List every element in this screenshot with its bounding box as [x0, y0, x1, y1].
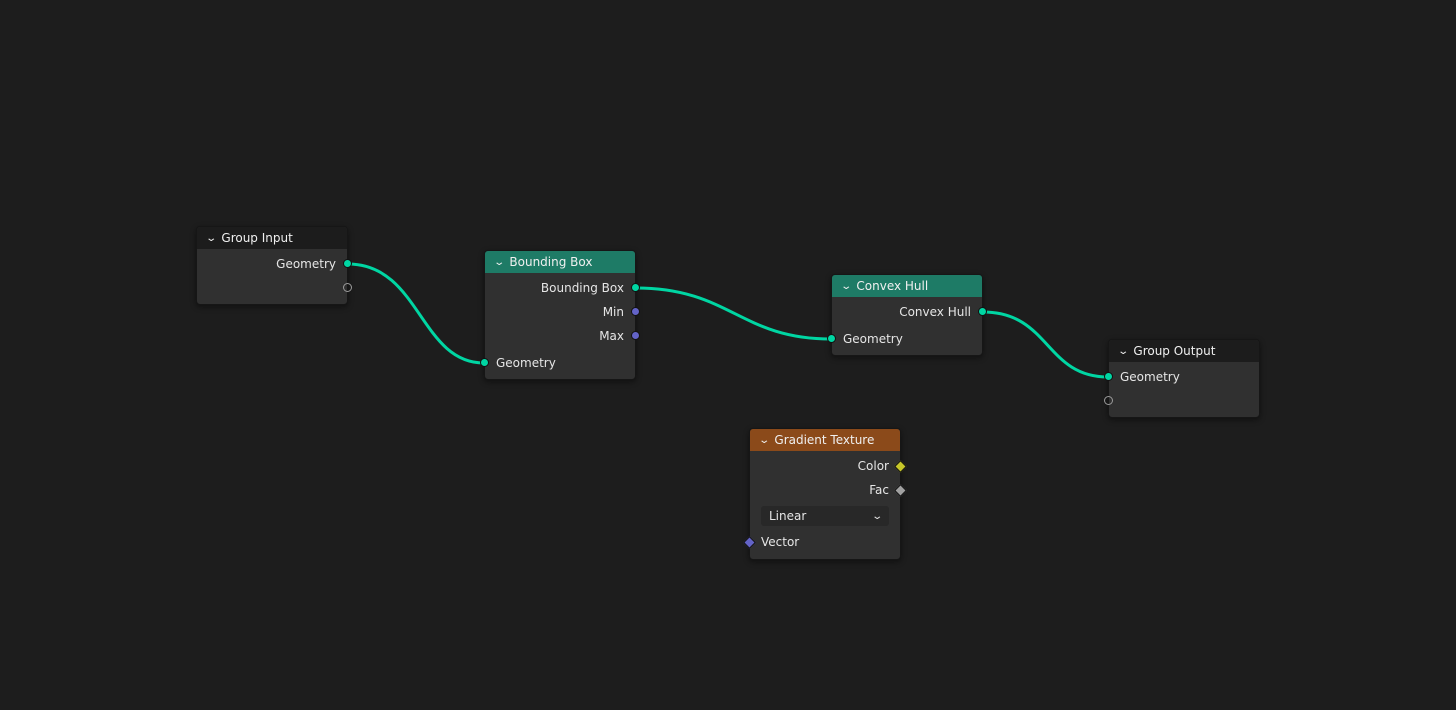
node-title: Gradient Texture [774, 433, 875, 447]
socket-label: Vector [761, 535, 800, 549]
empty-input-socket[interactable] [1104, 396, 1113, 405]
convex-hull-output-socket[interactable] [978, 307, 987, 316]
geometry-output-socket[interactable] [343, 259, 352, 268]
empty-output-socket[interactable] [343, 283, 352, 292]
output-row-fac: Fac [750, 478, 907, 502]
socket-label: Geometry [496, 356, 556, 370]
output-row-convex-hull: Convex Hull [832, 300, 987, 324]
node-title: Group Output [1133, 344, 1216, 358]
link-group-input-to-bounding-box[interactable] [347, 262, 485, 365]
gradient-type-dropdown[interactable]: Linear ⌄ [761, 506, 889, 526]
node-title: Convex Hull [856, 279, 929, 293]
output-row-geometry: Geometry [197, 252, 352, 276]
vector-input-socket[interactable] [743, 536, 756, 549]
node-title: Bounding Box [509, 255, 593, 269]
socket-label: Geometry [843, 332, 903, 346]
output-row-bounding-box: Bounding Box [485, 276, 640, 300]
bounding-box-node[interactable]: ⌄ Bounding Box Bounding Box Min Max Geom… [480, 250, 640, 380]
input-row-geometry: Geometry [1104, 365, 1259, 389]
input-row-geometry: Geometry [480, 351, 635, 375]
chevron-down-icon[interactable]: ⌄ [840, 281, 852, 292]
bounding-box-header[interactable]: ⌄ Bounding Box [485, 251, 635, 273]
max-output-socket[interactable] [631, 331, 640, 340]
input-row-geometry: Geometry [827, 327, 982, 351]
dropdown-value: Linear [769, 509, 807, 523]
group-output-header[interactable]: ⌄ Group Output [1109, 340, 1259, 362]
chevron-down-icon[interactable]: ⌄ [205, 233, 217, 244]
gradient-texture-node[interactable]: ⌄ Gradient Texture Color Fac Linear ⌄ Ve… [743, 428, 907, 560]
geometry-input-socket[interactable] [827, 334, 836, 343]
socket-label: Geometry [1120, 370, 1180, 384]
chevron-down-icon[interactable]: ⌄ [758, 435, 770, 446]
socket-label: Fac [869, 483, 889, 497]
bounding-box-output-socket[interactable] [631, 283, 640, 292]
link-convex-hull-to-group-output[interactable] [982, 310, 1109, 379]
socket-label: Bounding Box [540, 281, 624, 295]
link-bounding-box-to-convex-hull[interactable] [635, 286, 832, 341]
socket-label: Color [857, 459, 889, 473]
socket-label: Geometry [276, 257, 336, 271]
output-row-color: Color [750, 454, 907, 478]
gradient-texture-header[interactable]: ⌄ Gradient Texture [750, 429, 900, 451]
fac-output-socket[interactable] [894, 484, 907, 497]
socket-label: Max [599, 329, 624, 343]
output-row-min: Min [485, 300, 640, 324]
geometry-input-socket[interactable] [1104, 372, 1113, 381]
chevron-down-icon: ⌄ [870, 510, 883, 522]
output-row-empty [197, 276, 352, 300]
input-row-vector: Vector [743, 530, 900, 554]
min-output-socket[interactable] [631, 307, 640, 316]
color-output-socket[interactable] [894, 460, 907, 473]
group-output-node[interactable]: ⌄ Group Output Geometry [1104, 339, 1260, 418]
socket-label: Convex Hull [899, 305, 971, 319]
convex-hull-node[interactable]: ⌄ Convex Hull Convex Hull Geometry [827, 274, 987, 356]
group-input-node[interactable]: ⌄ Group Input Geometry [196, 226, 352, 305]
geometry-input-socket[interactable] [480, 358, 489, 367]
chevron-down-icon[interactable]: ⌄ [493, 257, 505, 268]
output-row-max: Max [485, 324, 640, 348]
group-input-header[interactable]: ⌄ Group Input [197, 227, 347, 249]
node-title: Group Input [221, 231, 293, 245]
chevron-down-icon[interactable]: ⌄ [1117, 346, 1129, 357]
convex-hull-header[interactable]: ⌄ Convex Hull [832, 275, 982, 297]
input-row-empty [1104, 389, 1259, 413]
socket-label: Min [602, 305, 624, 319]
